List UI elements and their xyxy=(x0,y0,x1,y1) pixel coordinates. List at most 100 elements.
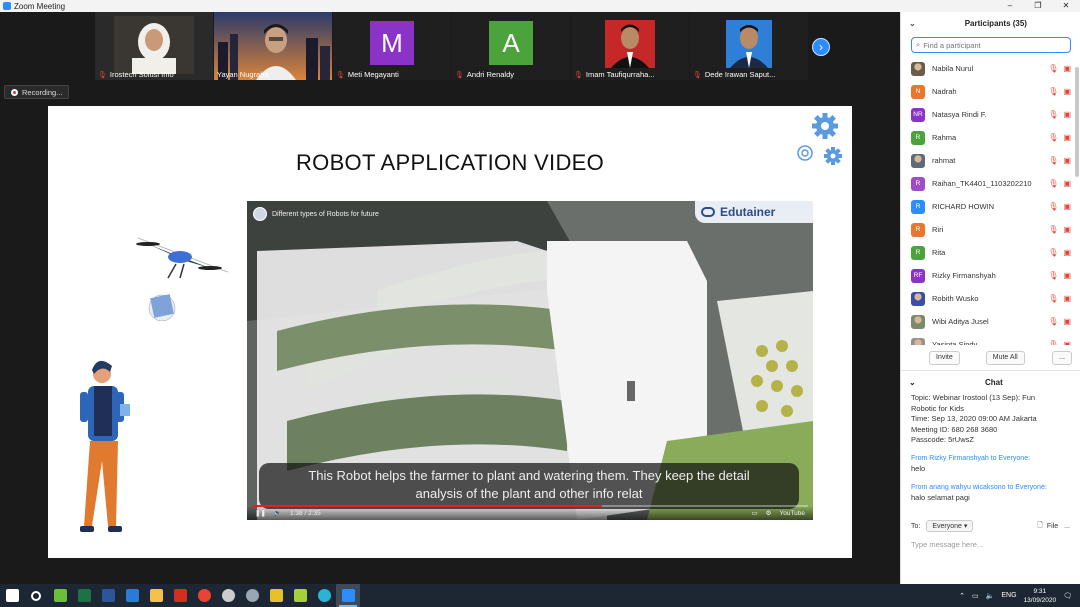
network-icon[interactable]: ▭ xyxy=(972,592,979,600)
speaker-icon[interactable]: 🔈 xyxy=(986,592,995,600)
chrome-icon[interactable] xyxy=(192,584,216,607)
participant-search[interactable]: ⌕ xyxy=(911,37,1071,53)
system-tray: ⌃ ▭ 🔈 ENG 9:31 13/09/2020 🗨 xyxy=(959,584,1080,607)
edge-icon[interactable] xyxy=(312,584,336,607)
video-off-icon[interactable]: ▣ xyxy=(1063,271,1071,280)
participant-video-tile[interactable]: 🎙 Irostech Solusi Info xyxy=(95,12,213,80)
participant-row[interactable]: Wibi Aditya Jusel 🎙 ▣ xyxy=(901,310,1080,333)
participant-video-tile[interactable]: M 🎙 Meti Megayanti xyxy=(333,12,451,80)
participant-row[interactable]: Nabila Nurul 🎙 ▣ xyxy=(901,57,1080,80)
start-icon[interactable] xyxy=(0,584,24,607)
video-off-icon[interactable]: ▣ xyxy=(1063,202,1071,211)
participant-video-tile[interactable]: A 🎙 Andri Renaldy xyxy=(452,12,570,80)
video-off-icon[interactable]: ▣ xyxy=(1063,156,1071,165)
file-button[interactable]: 🗋 File xyxy=(1037,521,1058,532)
clock[interactable]: 9:31 13/09/2020 xyxy=(1024,587,1057,605)
excel-icon[interactable] xyxy=(72,584,96,607)
volume-icon[interactable]: 🔈 xyxy=(274,509,282,517)
folder-icon[interactable] xyxy=(144,584,168,607)
chevron-up-icon[interactable]: ⌃ xyxy=(959,592,965,600)
muted-mic-icon[interactable]: 🎙 xyxy=(1048,317,1058,326)
participant-row[interactable]: rahmat 🎙 ▣ xyxy=(901,149,1080,172)
muted-mic-icon[interactable]: 🎙 xyxy=(1048,248,1058,257)
language-icon[interactable]: ENG xyxy=(1001,592,1016,599)
muted-mic-icon[interactable]: 🎙 xyxy=(1048,110,1058,119)
minimize-button[interactable]: – xyxy=(996,0,1024,12)
participant-row[interactable]: Yasinta Sindy 🎙 ▣ xyxy=(901,333,1080,345)
muted-mic-icon[interactable]: 🎙 xyxy=(1048,294,1058,303)
video-off-icon[interactable]: ▣ xyxy=(1063,340,1071,345)
word-icon-glyph xyxy=(101,589,115,602)
zoom-icon[interactable] xyxy=(336,584,360,607)
participant-row[interactable]: R Raihan_TK4401_1103202210 🎙 ▣ xyxy=(901,172,1080,195)
muted-mic-icon[interactable]: 🎙 xyxy=(1048,340,1058,345)
search-icon[interactable] xyxy=(24,584,48,607)
chat-title: Chat xyxy=(984,377,1003,387)
frog-app-icon[interactable] xyxy=(48,584,72,607)
recording-indicator[interactable]: Recording... xyxy=(4,85,70,99)
video-brand-watermark: Edutainer xyxy=(695,201,813,223)
embedded-video-player[interactable]: Different types of Robots for future Edu… xyxy=(247,201,813,520)
muted-mic-icon[interactable]: 🎙 xyxy=(1048,64,1058,73)
chat-sender: From Rizky Firmanshyah to Everyone: xyxy=(911,454,1031,462)
close-button[interactable]: ✕ xyxy=(1052,0,1080,12)
participant-row[interactable]: RF Rizky Firmanshyah 🎙 ▣ xyxy=(901,264,1080,287)
participant-row[interactable]: R Riri 🎙 ▣ xyxy=(901,218,1080,241)
acrobat-icon[interactable] xyxy=(168,584,192,607)
muted-mic-icon[interactable]: 🎙 xyxy=(1048,133,1058,142)
video-off-icon[interactable]: ▣ xyxy=(1063,110,1071,119)
video-off-icon[interactable]: ▣ xyxy=(1063,179,1071,188)
chat-topic-line: Robotic for Kids xyxy=(911,403,964,413)
notification-icon[interactable]: 🗨 xyxy=(1063,592,1072,600)
muted-mic-icon[interactable]: 🎙 xyxy=(1048,271,1058,280)
video-off-icon[interactable]: ▣ xyxy=(1063,225,1071,234)
chevron-down-icon[interactable]: ⌄ xyxy=(909,19,916,28)
participant-row[interactable]: Robith Wusko 🎙 ▣ xyxy=(901,287,1080,310)
participant-list-scrollbar[interactable] xyxy=(1075,67,1079,177)
recipient-dropdown[interactable]: Everyone ▾ xyxy=(926,520,974,532)
chat-topic-line: Passcode: 5rUwsZ xyxy=(911,435,974,444)
video-off-icon[interactable]: ▣ xyxy=(1063,87,1071,96)
chat-more-button[interactable]: ... xyxy=(1064,523,1070,530)
sync-app-icon[interactable] xyxy=(264,584,288,607)
next-page-button[interactable]: › xyxy=(812,38,830,56)
muted-mic-icon[interactable]: 🎙 xyxy=(1048,156,1058,165)
maximize-button[interactable]: ❐ xyxy=(1024,0,1052,12)
video-off-icon[interactable]: ▣ xyxy=(1063,133,1071,142)
windows-taskbar: ⌃ ▭ 🔈 ENG 9:31 13/09/2020 🗨 xyxy=(0,584,1080,607)
muted-mic-icon: 🎙 xyxy=(574,71,583,79)
muted-mic-icon[interactable]: 🎙 xyxy=(1048,225,1058,234)
muted-mic-icon[interactable]: 🎙 xyxy=(1048,202,1058,211)
word-icon[interactable] xyxy=(96,584,120,607)
participants-more-button[interactable]: ... xyxy=(1052,350,1072,365)
participant-avatar: R xyxy=(911,130,925,145)
speedometer-icon[interactable] xyxy=(216,584,240,607)
participant-video-tile[interactable]: 🎙 Imam Taufiqurraha... xyxy=(571,12,689,80)
video-off-icon[interactable]: ▣ xyxy=(1063,294,1071,303)
youtube-logo[interactable]: YouTube xyxy=(779,510,805,517)
participant-video-tile[interactable]: Yayan Nugraha xyxy=(214,12,332,80)
vector-app-icon[interactable] xyxy=(120,584,144,607)
chevron-down-icon[interactable]: ⌄ xyxy=(909,378,916,387)
participant-row[interactable]: R Rahma 🎙 ▣ xyxy=(901,126,1080,149)
video-off-icon[interactable]: ▣ xyxy=(1063,64,1071,73)
muted-mic-icon[interactable]: 🎙 xyxy=(1048,87,1058,96)
video-off-icon[interactable]: ▣ xyxy=(1063,317,1071,326)
notes-app-icon[interactable] xyxy=(288,584,312,607)
participant-name: Natasya Rindi F. xyxy=(932,110,987,119)
participant-row[interactable]: R RICHARD HOWIN 🎙 ▣ xyxy=(901,195,1080,218)
participant-video-tile[interactable]: 🎙 Dede Irawan Saput... xyxy=(690,12,808,80)
muted-mic-icon[interactable]: 🎙 xyxy=(1048,179,1058,188)
video-off-icon[interactable]: ▣ xyxy=(1063,248,1071,257)
mute-all-button[interactable]: Mute All xyxy=(985,350,1025,365)
participant-row[interactable]: N Nadrah 🎙 ▣ xyxy=(901,80,1080,103)
participant-row[interactable]: R Rita 🎙 ▣ xyxy=(901,241,1080,264)
invite-button[interactable]: Invite xyxy=(929,350,960,365)
pause-icon[interactable]: ❚❚ xyxy=(255,509,266,517)
settings-gear-icon[interactable]: ⚙ xyxy=(766,509,772,517)
globe-app-icon[interactable] xyxy=(240,584,264,607)
captions-icon[interactable]: ▭ xyxy=(751,509,757,517)
chat-message-input[interactable]: Type message here... xyxy=(911,535,1070,553)
participant-row[interactable]: NR Natasya Rindi F. 🎙 ▣ xyxy=(901,103,1080,126)
participant-search-input[interactable] xyxy=(923,40,1064,50)
